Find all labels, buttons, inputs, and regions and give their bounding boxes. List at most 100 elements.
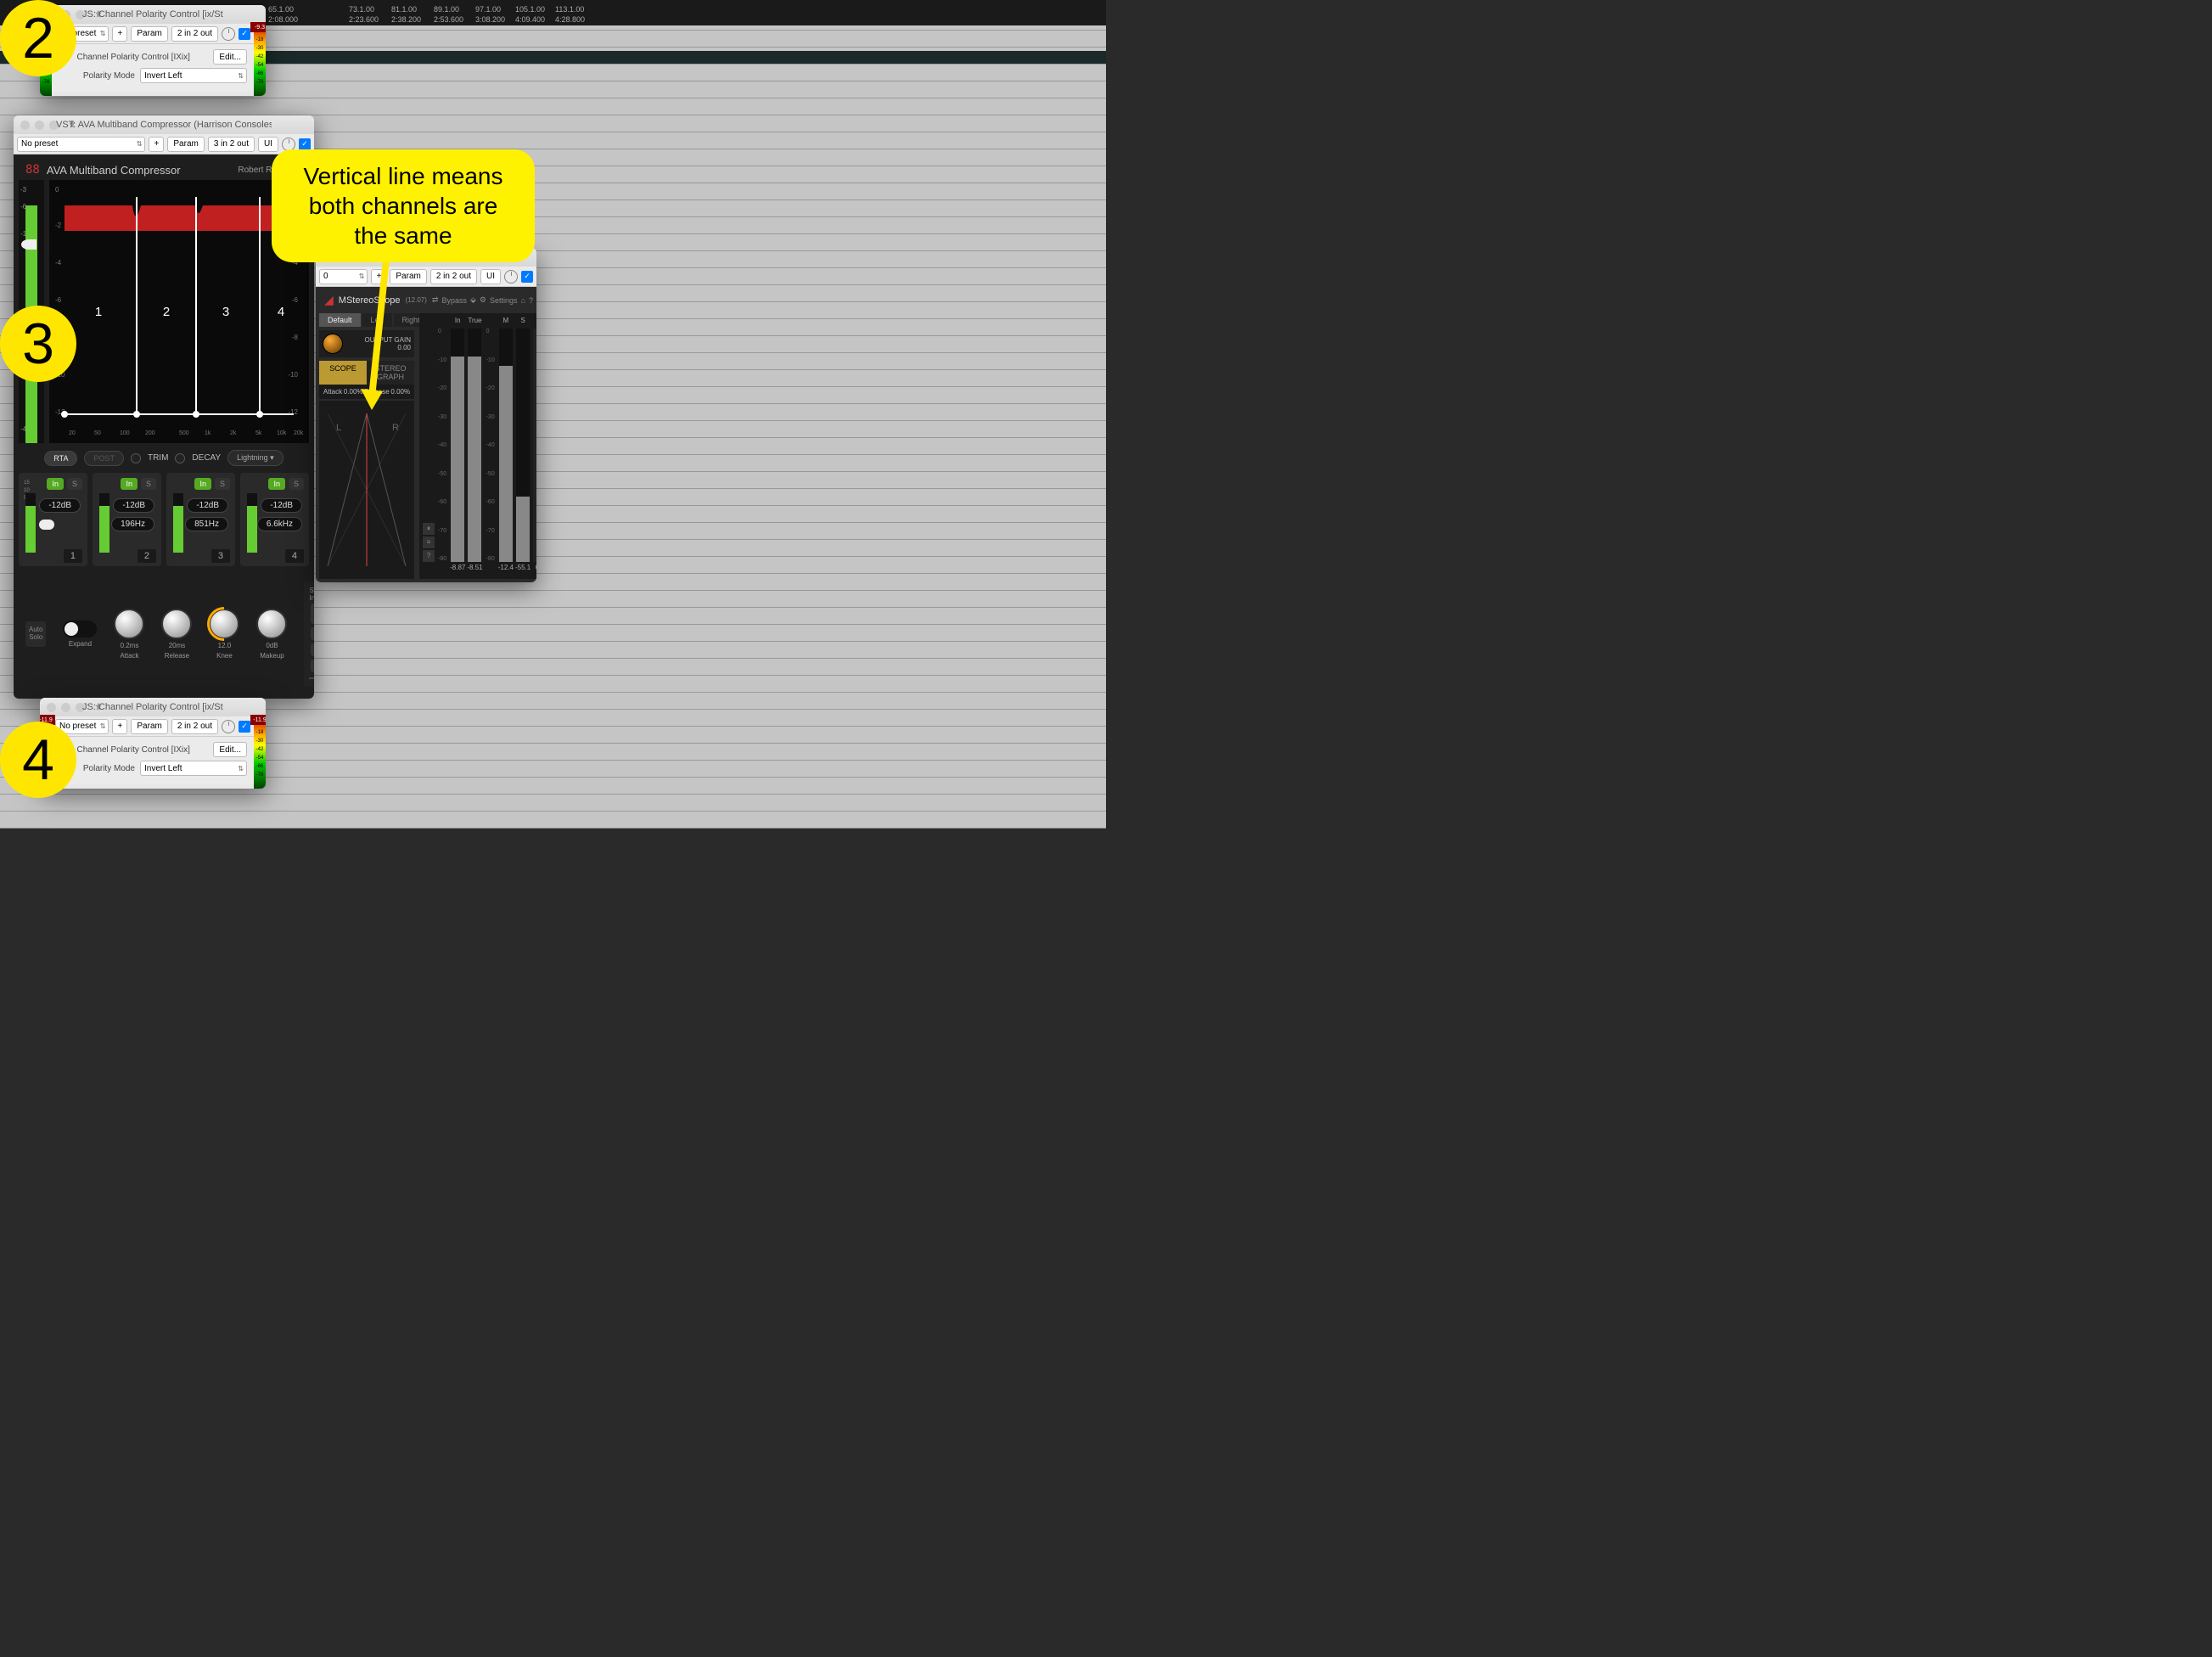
svg-text:-6: -6: [292, 296, 299, 304]
auto-solo-button[interactable]: AutoSolo: [25, 621, 46, 647]
param-button[interactable]: Param: [167, 137, 204, 152]
svg-text:-10: -10: [288, 371, 298, 379]
decay-toggle[interactable]: [175, 453, 185, 463]
band-number: 2: [138, 549, 156, 563]
param-button[interactable]: Param: [131, 26, 167, 42]
sc-eq-button[interactable]: EQ: [311, 627, 314, 640]
tab-default[interactable]: Default: [319, 313, 361, 327]
routing-button[interactable]: 2 in 2 out: [430, 269, 477, 284]
ext-key-button[interactable]: Ext. Key: [311, 604, 314, 624]
close-icon[interactable]: [20, 121, 30, 130]
expand-label: Expand: [69, 640, 92, 648]
traffic-lights: [47, 703, 85, 712]
svg-text:2: 2: [163, 305, 170, 319]
bypass-check[interactable]: ✓: [239, 721, 250, 733]
band-freq-value[interactable]: 851Hz: [185, 517, 228, 531]
annotation-text: Vertical line means both channels are th…: [272, 149, 535, 262]
swap-icon[interactable]: ⇄: [432, 295, 439, 305]
edit-button[interactable]: Edit...: [213, 742, 247, 757]
svg-text:200: 200: [145, 430, 155, 436]
ruler-time: 4:09.400: [515, 15, 545, 24]
menu-icon[interactable]: ≡: [423, 536, 435, 548]
band-solo-button[interactable]: S: [289, 478, 304, 490]
stereo-scope[interactable]: L R: [319, 401, 414, 579]
band-solo-button[interactable]: S: [67, 478, 82, 490]
band-in-button[interactable]: In: [268, 478, 285, 490]
sc-solo-button[interactable]: S: [311, 643, 314, 656]
minimize-icon[interactable]: [35, 121, 44, 130]
svg-text:0: 0: [55, 186, 59, 194]
th-tick: -3: [20, 187, 26, 194]
threshold-handle[interactable]: [21, 239, 36, 250]
edit-button[interactable]: Edit...: [213, 49, 247, 65]
param-label: Polarity Mode: [59, 71, 135, 81]
add-preset-button[interactable]: +: [149, 137, 164, 152]
release-knob[interactable]: [161, 609, 192, 639]
settings-button[interactable]: Settings: [490, 296, 518, 305]
titlebar[interactable]: VST: AVA Multiband Compressor (Harrison …: [14, 115, 314, 134]
trim-toggle[interactable]: [131, 453, 141, 463]
meter-s: S -55.1: [515, 317, 531, 576]
expand-toggle-group: Expand: [63, 621, 97, 648]
wet-knob-icon[interactable]: [504, 270, 518, 284]
help-icon[interactable]: ?: [529, 296, 533, 305]
preset-select[interactable]: No preset⇅: [17, 137, 145, 152]
knee-knob[interactable]: [209, 609, 239, 639]
attack-knob[interactable]: [114, 609, 144, 639]
titlebar[interactable]: JS: Channel Polarity Control [ix/StereoP…: [40, 5, 266, 24]
band-gr-meter: [99, 493, 109, 553]
expand-toggle[interactable]: [63, 621, 97, 638]
settings-icon[interactable]: ⚙: [480, 295, 486, 305]
pause-icon[interactable]: ⏸: [423, 523, 435, 535]
titlebar[interactable]: JS: Channel Polarity Control [ix/StereoP…: [40, 698, 266, 716]
makeup-knob[interactable]: [256, 609, 287, 639]
ava-body: 88 AVA Multiband Compressor Robert Rando…: [14, 154, 314, 699]
decay-speed-select[interactable]: Lightning ▾: [227, 450, 284, 466]
band-number: 3: [211, 549, 230, 563]
add-preset-button[interactable]: +: [112, 719, 127, 734]
add-preset-button[interactable]: +: [112, 26, 127, 42]
polarity-mode-select[interactable]: Invert Left⇅: [140, 68, 247, 83]
compressor-graph[interactable]: 0 -2 -4 -6 -8 -10 -12 0 -2 -4 -6 -8 -10 …: [49, 180, 309, 443]
knee-value: 12.0: [218, 642, 232, 649]
ruler-tick: 65.1.00: [268, 5, 294, 14]
post-button[interactable]: POST: [84, 451, 124, 466]
release-value: 20ms: [169, 642, 186, 649]
routing-button[interactable]: 3 in 2 out: [208, 137, 255, 152]
band-solo-button[interactable]: S: [141, 478, 156, 490]
svg-text:5k: 5k: [255, 430, 262, 436]
ruler-tick: 105.1.00: [515, 5, 545, 14]
svg-text:4: 4: [278, 305, 284, 319]
band-solo-button[interactable]: S: [215, 478, 230, 490]
routing-button[interactable]: 2 in 2 out: [171, 719, 218, 734]
minimize-icon[interactable]: [61, 703, 70, 712]
rta-button[interactable]: RTA: [44, 451, 77, 466]
band-gain-value: -12dB: [187, 498, 228, 513]
output-gain-knob[interactable]: [323, 334, 343, 354]
wet-knob-icon[interactable]: [222, 27, 235, 41]
band-in-button[interactable]: In: [194, 478, 211, 490]
fx-header: No preset⇅ + Param 2 in 2 out ✓: [52, 716, 254, 737]
bypass-check[interactable]: ✓: [299, 138, 311, 150]
sc-link-icon[interactable]: ⟲: [311, 660, 314, 672]
home-icon[interactable]: ⌂: [521, 296, 525, 305]
band-gain-value: -12dB: [113, 498, 154, 513]
band-freq-value[interactable]: 6.6kHz: [257, 517, 302, 531]
wet-knob-icon[interactable]: [222, 720, 235, 733]
polarity-mode-select[interactable]: Invert Left⇅: [140, 761, 247, 776]
band-freq-value[interactable]: 196Hz: [111, 517, 154, 531]
close-icon[interactable]: [47, 703, 56, 712]
bypass-check[interactable]: ✓: [239, 28, 250, 40]
ui-button[interactable]: UI: [258, 137, 278, 152]
bypass-check[interactable]: ✓: [521, 271, 533, 283]
ui-button[interactable]: UI: [480, 269, 501, 284]
sc-slider[interactable]: [309, 677, 314, 679]
pin-icon[interactable]: ⬙: [470, 295, 476, 305]
meter-in: In -8.87: [450, 317, 465, 576]
band-in-button[interactable]: In: [47, 478, 64, 490]
routing-button[interactable]: 2 in 2 out: [171, 26, 218, 42]
param-button[interactable]: Param: [131, 719, 167, 734]
bypass-button[interactable]: Bypass: [441, 296, 467, 305]
band-in-button[interactable]: In: [121, 478, 138, 490]
help-icon[interactable]: ?: [423, 550, 435, 562]
